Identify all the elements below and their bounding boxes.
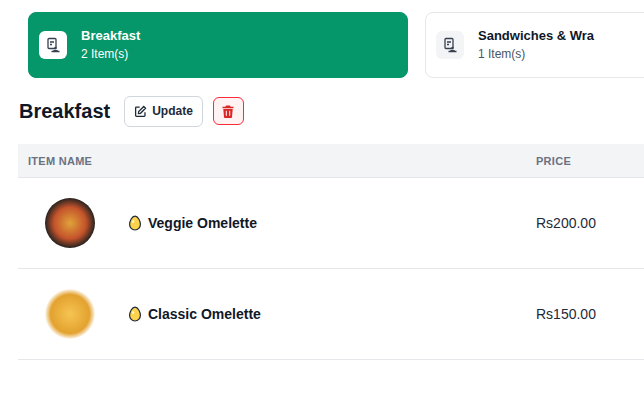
category-card[interactable]: Breakfast 2 Item(s): [28, 12, 408, 78]
egg-icon: [128, 215, 142, 231]
category-list: Breakfast 2 Item(s) Sandwiches & Wra 1 Item…: [0, 0, 644, 78]
item-name: Classic Omelette: [148, 304, 261, 325]
category-card[interactable]: Sandwiches & Wra 1 Item(s): [425, 12, 644, 78]
trash-icon: [222, 105, 234, 118]
section-title: Breakfast: [19, 96, 110, 126]
table-row[interactable]: Veggie Omelette Rs200.00: [18, 177, 644, 269]
item-photo: [45, 289, 95, 339]
table-header: ITEM NAMEPRICE: [18, 144, 644, 178]
item-photo: [45, 198, 95, 248]
button-label: Update: [152, 102, 193, 120]
tray-icon: [45, 37, 61, 53]
menu-icon: [39, 31, 67, 59]
category-name: Breakfast: [81, 28, 140, 44]
column-header: ITEM NAME: [18, 153, 536, 170]
egg-icon: [128, 306, 142, 322]
update-button[interactable]: Update: [124, 96, 203, 127]
item-price: Rs150.00: [536, 304, 644, 325]
section-header: Breakfast Update: [0, 94, 644, 128]
items-table: ITEM NAMEPRICE Veggie Omelette Rs200.00 Cla…: [18, 144, 644, 360]
edit-icon: [134, 105, 147, 118]
category-name: Sandwiches & Wra: [478, 28, 594, 44]
category-count: 1 Item(s): [478, 47, 594, 62]
delete-button[interactable]: [213, 97, 244, 125]
menu-icon: [436, 31, 464, 59]
category-count: 2 Item(s): [81, 47, 140, 62]
table-row[interactable]: Classic Omelette Rs150.00: [18, 268, 644, 360]
item-name: Veggie Omelette: [148, 213, 257, 234]
tray-icon: [442, 37, 458, 53]
item-price: Rs200.00: [536, 213, 644, 234]
column-header: PRICE: [536, 153, 644, 170]
